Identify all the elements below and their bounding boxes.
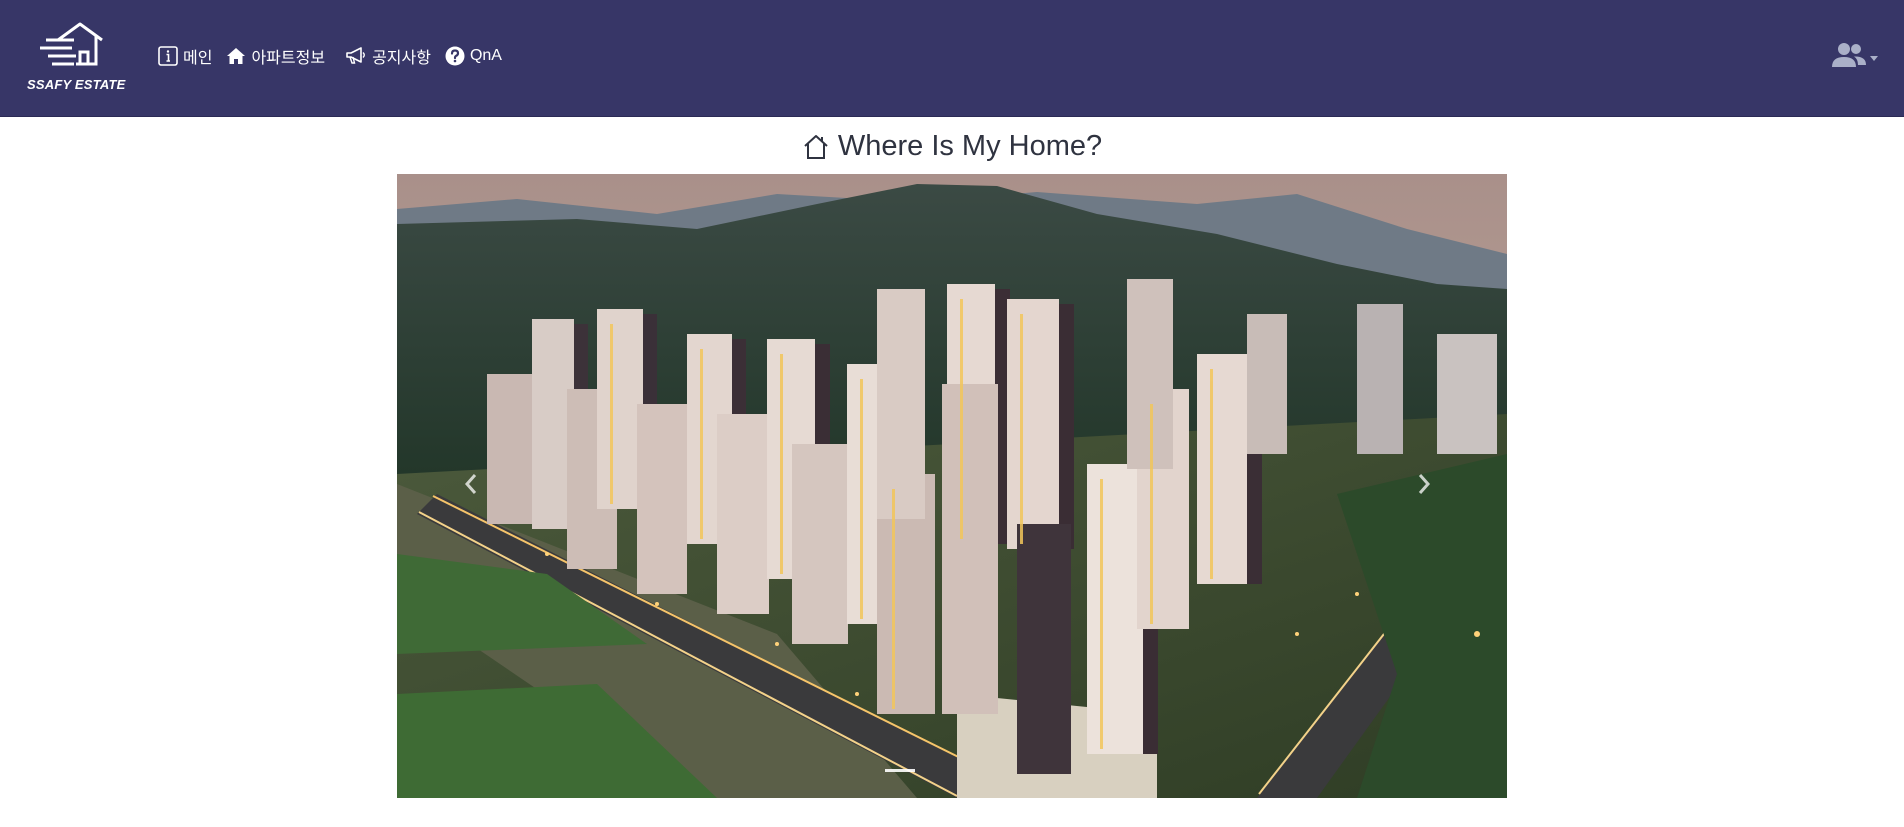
users-icon	[1832, 43, 1866, 67]
carousel-prev-button[interactable]	[452, 464, 492, 504]
chevron-left-icon	[464, 474, 477, 494]
house-lines-logo-icon	[40, 22, 103, 66]
question-circle-icon	[445, 46, 465, 66]
nav-item-apartment-info[interactable]: 아파트정보	[226, 44, 325, 68]
nav-item-main[interactable]: 메인	[158, 44, 212, 68]
top-navbar: SSAFY ESTATE 메인 아파트정보 공지사항 QnA	[0, 0, 1904, 117]
nav-item-notice-label: 공지사항	[372, 50, 431, 67]
image-carousel[interactable]	[397, 174, 1507, 798]
carousel-indicator-active[interactable]	[885, 769, 915, 772]
house-icon	[227, 48, 246, 64]
nav-item-main-label: 메인	[183, 50, 213, 67]
user-menu-toggle[interactable]	[1832, 42, 1878, 68]
nav-item-qna-label: QnA	[469, 47, 502, 64]
brand-logo[interactable]: SSAFY ESTATE	[24, 20, 134, 96]
main-nav: 메인 아파트정보 공지사항 QnA	[158, 44, 516, 68]
house-outline-icon	[804, 134, 828, 159]
nav-item-apartment-info-label: 아파트정보	[251, 50, 326, 67]
page-title: Where Is My Home?	[0, 130, 1904, 163]
page-title-text: Where Is My Home?	[837, 130, 1103, 162]
chevron-down-icon	[1870, 55, 1878, 61]
info-icon	[158, 46, 178, 66]
chevron-right-icon	[1418, 474, 1431, 494]
carousel-slide-image	[397, 174, 1507, 798]
brand-name: SSAFY ESTATE	[27, 77, 126, 92]
nav-item-qna[interactable]: QnA	[445, 46, 502, 66]
megaphone-icon	[346, 47, 366, 64]
carousel-next-button[interactable]	[1403, 464, 1443, 504]
nav-item-notice[interactable]: 공지사항	[345, 44, 431, 68]
